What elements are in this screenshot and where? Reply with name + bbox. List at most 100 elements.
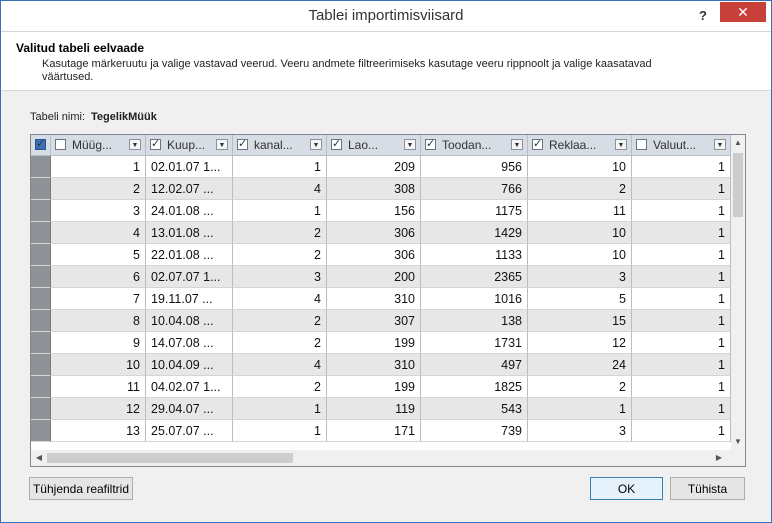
table-cell: 200 — [327, 266, 421, 288]
cancel-button[interactable]: Tühista — [670, 477, 745, 500]
table-row[interactable]: 13 25.07.07 ... 1 171 739 3 1 — [31, 420, 731, 442]
table-row[interactable]: 11 04.02.07 1... 2 199 1825 2 1 — [31, 376, 731, 398]
table-cell: 6 — [51, 266, 146, 288]
row-header[interactable] — [31, 398, 51, 420]
table-row[interactable]: 12 29.04.07 ... 1 119 543 1 1 — [31, 398, 731, 420]
table-cell: 2 — [233, 244, 327, 266]
close-icon: ✕ — [737, 4, 749, 20]
table-row[interactable]: 1 02.01.07 1... 1 209 956 10 1 — [31, 156, 731, 178]
column-checkbox[interactable] — [636, 139, 647, 150]
row-header[interactable] — [31, 310, 51, 332]
table-cell: 4 — [233, 354, 327, 376]
column-checkbox[interactable] — [55, 139, 66, 150]
column-header-label: Toodan... — [442, 138, 492, 152]
row-header[interactable] — [31, 332, 51, 354]
row-header[interactable] — [31, 156, 51, 178]
column-checkbox[interactable] — [237, 137, 248, 150]
row-header[interactable] — [31, 178, 51, 200]
table-row[interactable]: 3 24.01.08 ... 1 156 1175 11 1 — [31, 200, 731, 222]
horizontal-scrollbar[interactable]: ◀ ▶ — [31, 450, 745, 466]
table-cell: 1 — [632, 178, 731, 200]
table-cell: 10 — [51, 354, 146, 376]
table-cell: 308 — [327, 178, 421, 200]
vertical-scroll-thumb[interactable] — [733, 153, 743, 217]
table-cell: 306 — [327, 222, 421, 244]
table-row[interactable]: 7 19.11.07 ... 4 310 1016 5 1 — [31, 288, 731, 310]
table-cell: 739 — [421, 420, 528, 442]
column-header[interactable]: Lao... ▼ — [327, 135, 421, 155]
column-header[interactable]: Toodan... ▼ — [421, 135, 528, 155]
table-cell: 138 — [421, 310, 528, 332]
column-checkbox[interactable] — [425, 137, 436, 150]
column-header[interactable]: kanal... ▼ — [233, 135, 327, 155]
table-cell: 19.11.07 ... — [146, 288, 233, 310]
chevron-down-icon[interactable]: ▼ — [615, 139, 627, 150]
table-cell: 12 — [528, 332, 632, 354]
table-name: Tabeli nimi: TegelikMüük — [30, 111, 157, 123]
table-cell: 02.07.07 1... — [146, 266, 233, 288]
vertical-scrollbar[interactable]: ▲ ▼ — [731, 135, 745, 450]
column-checkbox[interactable] — [331, 137, 342, 150]
scroll-down-icon[interactable]: ▼ — [733, 436, 743, 448]
scroll-up-icon[interactable]: ▲ — [733, 137, 743, 149]
chevron-down-icon[interactable]: ▼ — [511, 139, 523, 150]
table-cell: 10 — [528, 222, 632, 244]
row-header[interactable] — [31, 200, 51, 222]
dialog-header: Valitud tabeli eelvaade Kasutage märkeru… — [1, 31, 771, 91]
chevron-down-icon[interactable]: ▼ — [404, 139, 416, 150]
column-header[interactable]: Reklaa... ▼ — [528, 135, 632, 155]
chevron-down-icon[interactable]: ▼ — [216, 139, 228, 150]
scroll-right-icon[interactable]: ▶ — [713, 452, 725, 464]
table-cell: 29.04.07 ... — [146, 398, 233, 420]
table-cell: 1429 — [421, 222, 528, 244]
chevron-down-icon[interactable]: ▼ — [310, 139, 322, 150]
scroll-left-icon[interactable]: ◀ — [33, 452, 45, 464]
table-cell: 1 — [632, 310, 731, 332]
chevron-down-icon[interactable]: ▼ — [714, 139, 726, 150]
column-header[interactable]: Müüg... ▼ — [51, 135, 146, 155]
table-cell: 14.07.08 ... — [146, 332, 233, 354]
column-checkbox[interactable] — [150, 137, 161, 150]
table-cell: 307 — [327, 310, 421, 332]
row-header[interactable] — [31, 354, 51, 376]
table-cell: 1 — [632, 398, 731, 420]
table-row[interactable]: 9 14.07.08 ... 2 199 1731 12 1 — [31, 332, 731, 354]
table-row[interactable]: 6 02.07.07 1... 3 200 2365 3 1 — [31, 266, 731, 288]
help-button[interactable]: ? — [693, 7, 713, 25]
table-cell: 10.04.09 ... — [146, 354, 233, 376]
row-header[interactable] — [31, 288, 51, 310]
close-button[interactable]: ✕ — [720, 2, 766, 22]
table-cell: 199 — [327, 376, 421, 398]
row-header[interactable] — [31, 376, 51, 398]
table-row[interactable]: 10 10.04.09 ... 4 310 497 24 1 — [31, 354, 731, 376]
table-cell: 119 — [327, 398, 421, 420]
table-row[interactable]: 4 13.01.08 ... 2 306 1429 10 1 — [31, 222, 731, 244]
horizontal-scroll-thumb[interactable] — [47, 453, 293, 463]
table-cell: 2 — [233, 310, 327, 332]
table-cell: 11 — [528, 200, 632, 222]
row-header[interactable] — [31, 222, 51, 244]
table-row[interactable]: 5 22.01.08 ... 2 306 1133 10 1 — [31, 244, 731, 266]
select-all-checkbox[interactable] — [31, 135, 51, 155]
table-cell: 209 — [327, 156, 421, 178]
column-checkbox[interactable] — [532, 137, 543, 150]
ok-button[interactable]: OK — [590, 477, 663, 500]
table-row[interactable]: 8 10.04.08 ... 2 307 138 15 1 — [31, 310, 731, 332]
table-cell: 1 — [632, 288, 731, 310]
chevron-down-icon[interactable]: ▼ — [129, 139, 141, 150]
table-cell: 5 — [51, 244, 146, 266]
table-cell: 22.01.08 ... — [146, 244, 233, 266]
clear-row-filters-button[interactable]: Tühjenda reafiltrid — [29, 477, 133, 500]
table-cell: 1731 — [421, 332, 528, 354]
table-cell: 1 — [233, 200, 327, 222]
table-cell: 1 — [233, 420, 327, 442]
column-header[interactable]: Valuut... ▼ — [632, 135, 731, 155]
row-header[interactable] — [31, 420, 51, 442]
table-row[interactable]: 2 12.02.07 ... 4 308 766 2 1 — [31, 178, 731, 200]
column-header[interactable]: Kuup... ▼ — [146, 135, 233, 155]
row-header[interactable] — [31, 266, 51, 288]
table-cell: 15 — [528, 310, 632, 332]
row-header[interactable] — [31, 244, 51, 266]
table-cell: 3 — [528, 266, 632, 288]
import-wizard-window: Tablei importimisviisard ? ✕ Valitud tab… — [0, 0, 772, 523]
